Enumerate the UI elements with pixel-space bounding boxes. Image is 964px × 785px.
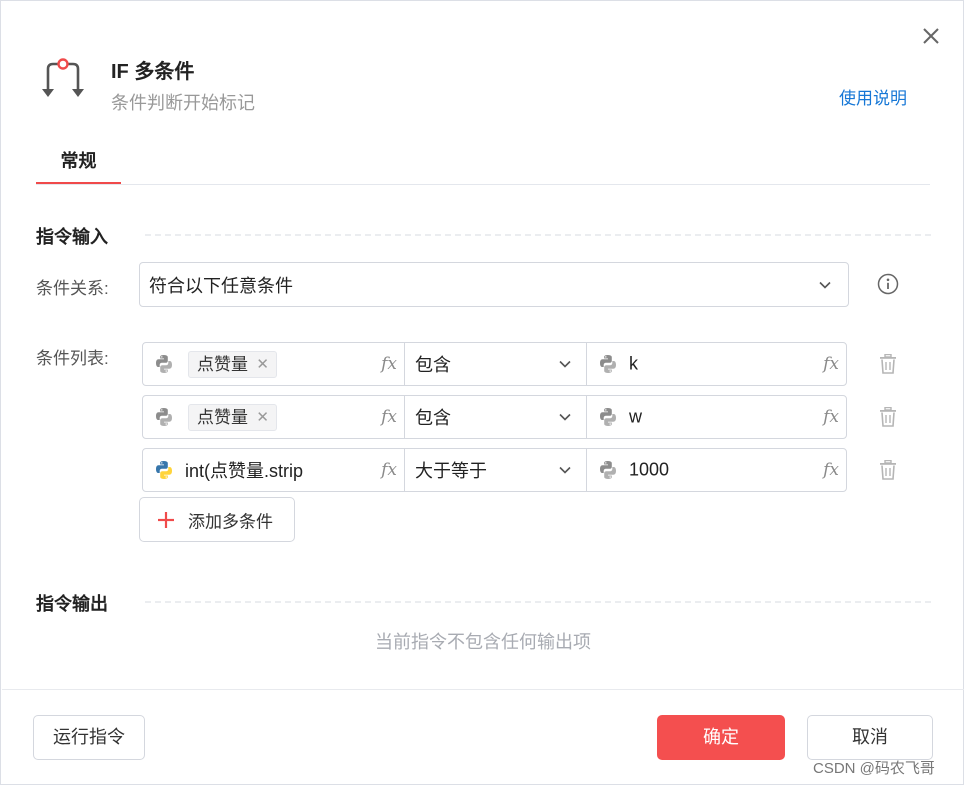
add-condition-button[interactable]: 添加多条件 — [139, 497, 295, 542]
operator-value: 包含 — [415, 355, 451, 375]
right-value: k — [629, 353, 638, 374]
operator-select[interactable]: 包含 — [405, 343, 587, 385]
help-link[interactable]: 使用说明 — [839, 84, 907, 109]
operator-select[interactable]: 大于等于 — [405, 449, 587, 491]
operator-value: 大于等于 — [415, 461, 487, 481]
watermark: CSDN @码农飞哥 — [813, 760, 935, 777]
input-section-title: 指令输入 — [36, 227, 108, 247]
right-value: 1000 — [629, 459, 670, 480]
info-icon[interactable] — [877, 273, 899, 295]
right-value: w — [629, 406, 642, 427]
operator-select[interactable]: 包含 — [405, 396, 587, 438]
condition-left-operand[interactable]: 点赞量 ✕ fx — [143, 343, 405, 385]
footer-divider — [2, 689, 964, 690]
tag-remove-icon[interactable]: ✕ — [256, 352, 269, 377]
chevron-down-icon — [559, 466, 571, 474]
left-expression: int(点赞量.strip — [185, 461, 304, 481]
trash-icon[interactable] — [879, 354, 897, 374]
tag-remove-icon[interactable]: ✕ — [256, 405, 269, 430]
variable-tag: 点赞量 ✕ — [188, 404, 277, 431]
condition-right-operand[interactable]: k fx — [587, 343, 846, 385]
python-color-icon — [156, 461, 172, 479]
fx-icon[interactable]: fx — [381, 460, 397, 480]
section-divider — [145, 601, 931, 603]
fx-icon[interactable]: fx — [381, 354, 397, 374]
tab-general[interactable]: 常规 — [36, 143, 121, 185]
output-section-title: 指令输出 — [36, 594, 108, 614]
variable-tag: 点赞量 ✕ — [188, 351, 277, 378]
variable-tag-label: 点赞量 — [197, 355, 248, 374]
empty-output-text: 当前指令不包含任何输出项 — [375, 632, 591, 652]
trash-icon[interactable] — [879, 407, 897, 427]
chevron-down-icon — [819, 281, 831, 289]
dialog-title: IF 多条件 — [111, 61, 195, 83]
condition-row: int(点赞量.strip fx 大于等于 1000 fx — [142, 448, 847, 492]
relation-label: 条件关系: — [36, 279, 109, 298]
run-command-button[interactable]: 运行指令 — [33, 715, 145, 760]
condition-list-label: 条件列表: — [36, 349, 109, 368]
python-gray-icon — [156, 355, 172, 373]
condition-dialog: IF 多条件 条件判断开始标记 使用说明 常规 指令输入 条件关系: 符合以下任… — [0, 0, 964, 785]
chevron-down-icon — [559, 360, 571, 368]
condition-right-operand[interactable]: 1000 fx — [587, 449, 846, 491]
python-gray-icon — [600, 461, 616, 479]
python-gray-icon — [600, 355, 616, 373]
add-condition-label: 添加多条件 — [188, 512, 273, 531]
fx-icon[interactable]: fx — [823, 354, 839, 374]
fx-icon[interactable]: fx — [381, 407, 397, 427]
condition-left-operand[interactable]: int(点赞量.strip fx — [143, 449, 405, 491]
section-divider — [145, 234, 931, 236]
dialog-subtitle: 条件判断开始标记 — [111, 93, 255, 113]
plus-icon — [158, 512, 174, 528]
confirm-button[interactable]: 确定 — [657, 715, 785, 760]
condition-row: 点赞量 ✕ fx 包含 k fx — [142, 342, 847, 386]
operator-value: 包含 — [415, 408, 451, 428]
condition-right-operand[interactable]: w fx — [587, 396, 846, 438]
cancel-button[interactable]: 取消 — [807, 715, 933, 760]
condition-left-operand[interactable]: 点赞量 ✕ fx — [143, 396, 405, 438]
condition-row: 点赞量 ✕ fx 包含 w fx — [142, 395, 847, 439]
chevron-down-icon — [559, 413, 571, 421]
fx-icon[interactable]: fx — [823, 407, 839, 427]
trash-icon[interactable] — [879, 460, 897, 480]
close-icon[interactable] — [918, 23, 944, 49]
python-gray-icon — [156, 408, 172, 426]
fx-icon[interactable]: fx — [823, 460, 839, 480]
relation-select-value: 符合以下任意条件 — [149, 275, 293, 296]
python-gray-icon — [600, 408, 616, 426]
variable-tag-label: 点赞量 — [197, 408, 248, 427]
if-branch-icon — [42, 58, 84, 97]
relation-select[interactable]: 符合以下任意条件 — [139, 262, 849, 307]
tab-divider — [36, 184, 930, 185]
